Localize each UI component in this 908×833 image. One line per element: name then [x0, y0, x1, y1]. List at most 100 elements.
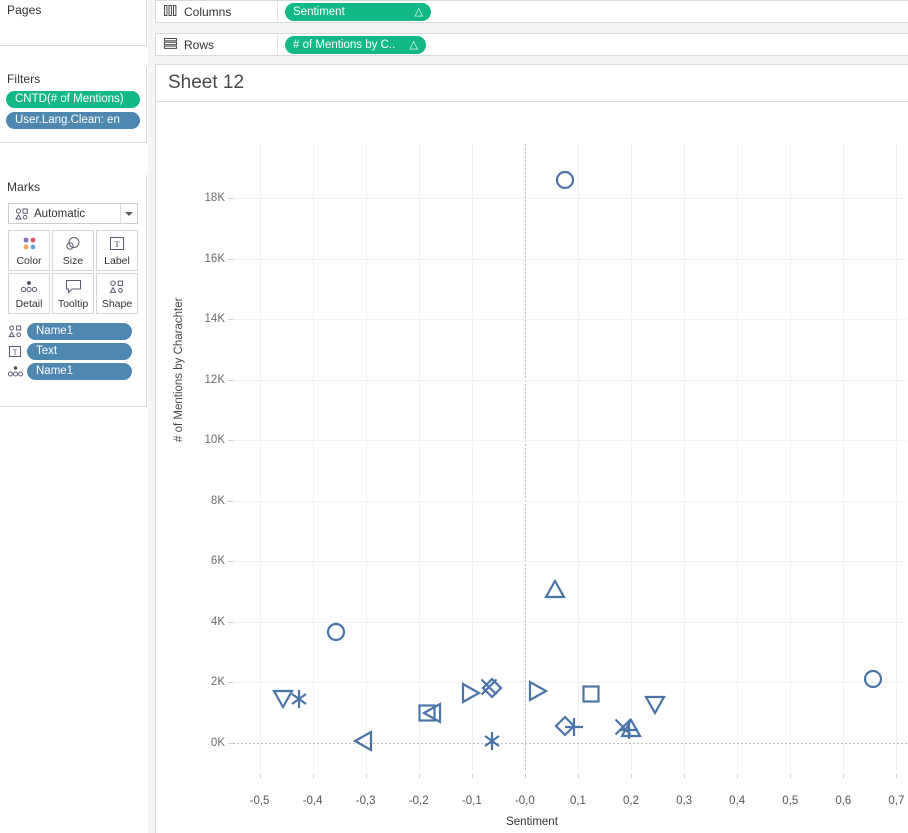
gridline-vertical — [896, 144, 897, 770]
svg-text:T: T — [13, 348, 18, 357]
gridline-vertical — [313, 144, 314, 770]
x-axis-tick-label: -0,2 — [409, 795, 429, 807]
x-axis-tickmark — [790, 774, 791, 778]
scatter-mark-triangle-right[interactable] — [527, 680, 549, 702]
detail-dots-icon — [5, 365, 25, 378]
columns-drop-zone[interactable]: Sentiment △ — [278, 1, 908, 22]
gridline-vertical — [578, 144, 579, 770]
x-axis-tick-label: 0,4 — [729, 795, 745, 807]
x-axis-tickmark — [472, 774, 473, 778]
scatter-mark-triangle-left[interactable] — [352, 730, 374, 752]
marks-buttons-grid: Color Size T — [8, 230, 138, 314]
aggregation-delta-icon: △ — [415, 5, 423, 18]
columns-icon — [164, 5, 177, 19]
x-axis-tickmark — [313, 774, 314, 778]
scatter-mark-asterisk[interactable] — [481, 730, 503, 752]
scatter-mark-asterisk[interactable] — [288, 688, 310, 710]
scatter-mark-triangle-up[interactable] — [544, 578, 566, 600]
gridline-vertical — [419, 144, 420, 770]
gridline-horizontal — [233, 380, 907, 381]
marks-size-label: Size — [63, 255, 83, 267]
marks-shape-button[interactable]: Shape — [96, 273, 138, 314]
plot-area[interactable] — [233, 144, 907, 770]
filter-pill-cntd-mentions[interactable]: CNTD(# of Mentions) — [6, 91, 140, 108]
x-axis-tickmark — [525, 774, 526, 778]
marks-color-button[interactable]: Color — [8, 230, 50, 271]
scatter-mark-circle[interactable] — [325, 621, 347, 643]
x-axis-tickmark — [260, 774, 261, 778]
filters-card-title: Filters — [0, 67, 146, 91]
marks-shape-label: Shape — [102, 298, 132, 310]
rows-pill-label: # of Mentions by C.. — [293, 39, 395, 51]
scatter-mark-circle[interactable] — [554, 169, 576, 191]
columns-pill-label: Sentiment — [293, 6, 345, 18]
gridline-vertical — [843, 144, 844, 770]
x-axis-tick-label: 0,3 — [676, 795, 692, 807]
y-axis-tick-label: 4K — [179, 616, 225, 628]
gridline-vertical — [472, 144, 473, 770]
scatter-mark-plus[interactable] — [563, 716, 585, 738]
gridline-vertical — [631, 144, 632, 770]
columns-pill-sentiment[interactable]: Sentiment △ — [285, 3, 431, 21]
y-axis-tick-label: 2K — [179, 676, 225, 688]
sheet-title[interactable]: Sheet 12 — [156, 65, 908, 102]
gridline-vertical — [260, 144, 261, 770]
scatter-mark-triangle-down[interactable] — [644, 694, 666, 716]
mark-encoding-shape-name1[interactable]: Name1 — [0, 323, 146, 340]
rows-pill-mentions[interactable]: # of Mentions by C.. △ — [285, 36, 426, 54]
marks-detail-button[interactable]: Detail — [8, 273, 50, 314]
x-axis-tickmark — [631, 774, 632, 778]
x-axis-title: Sentiment — [156, 816, 908, 828]
aggregation-delta-icon: △ — [410, 38, 418, 51]
scatter-mark-circle[interactable] — [862, 668, 884, 690]
label-text-icon: T — [109, 235, 125, 253]
x-axis-tick-label: -0,0 — [515, 795, 535, 807]
marks-label-button[interactable]: T Label — [96, 230, 138, 271]
rows-drop-zone[interactable]: # of Mentions by C.. △ — [278, 34, 908, 55]
chevron-down-icon[interactable] — [120, 204, 137, 223]
gridline-vertical — [790, 144, 791, 770]
size-circles-icon — [64, 235, 82, 253]
scatter-mark-plus[interactable] — [618, 719, 640, 741]
gridline-horizontal — [233, 501, 907, 502]
mark-type-dropdown[interactable]: Automatic — [8, 203, 138, 224]
x-axis-tick-label: 0,6 — [835, 795, 851, 807]
x-axis-tickmark — [843, 774, 844, 778]
rows-shelf-text: Rows — [184, 38, 214, 52]
marks-label-label: Label — [104, 255, 130, 267]
tooltip-bubble-icon — [65, 278, 82, 296]
left-sidebar: Pages Filters CNTD(# of Mentions) User.L… — [0, 0, 148, 833]
mark-encoding-pill-name1-detail[interactable]: Name1 — [27, 363, 132, 380]
filter-pill-user-lang-clean[interactable]: User.Lang.Clean: en — [6, 112, 140, 129]
mark-type-value: Automatic — [34, 208, 85, 220]
columns-shelf-text: Columns — [184, 5, 231, 19]
y-axis-tick-label: 0K — [179, 737, 225, 749]
marks-detail-label: Detail — [16, 298, 43, 310]
rows-shelf[interactable]: Rows # of Mentions by C.. △ — [155, 33, 908, 56]
marks-tooltip-button[interactable]: Tooltip — [52, 273, 94, 314]
mark-encoding-detail-name1[interactable]: Name1 — [0, 363, 146, 380]
scatter-mark-x-cross[interactable] — [478, 676, 500, 698]
x-axis-tick-label: 0,5 — [782, 795, 798, 807]
scatter-mark-square[interactable] — [580, 683, 602, 705]
mark-encoding-text[interactable]: T Text — [0, 343, 146, 360]
color-dots-icon — [21, 235, 38, 253]
mark-encoding-pill-name1-shape[interactable]: Name1 — [27, 323, 132, 340]
scatter-mark-triangle-left[interactable] — [421, 702, 443, 724]
x-axis-tick-label: -0,1 — [462, 795, 482, 807]
label-text-icon: T — [5, 345, 25, 358]
filters-card: Filters CNTD(# of Mentions) User.Lang.Cl… — [0, 67, 147, 143]
x-axis-tickmark — [366, 774, 367, 778]
gridline-horizontal — [233, 319, 907, 320]
pages-card: Pages — [0, 0, 147, 46]
shape-glyphs-icon — [5, 325, 25, 338]
zero-line-horizontal — [233, 743, 907, 744]
mark-encoding-pill-text[interactable]: Text — [27, 343, 132, 360]
x-axis-tick-label: -0,5 — [250, 795, 270, 807]
columns-shelf[interactable]: Columns Sentiment △ — [155, 0, 908, 23]
x-axis-tick-label: -0,4 — [303, 795, 323, 807]
marks-size-button[interactable]: Size — [52, 230, 94, 271]
y-axis-tick-label: 18K — [179, 192, 225, 204]
x-axis-tickmark — [896, 774, 897, 778]
x-axis-tickmark — [684, 774, 685, 778]
